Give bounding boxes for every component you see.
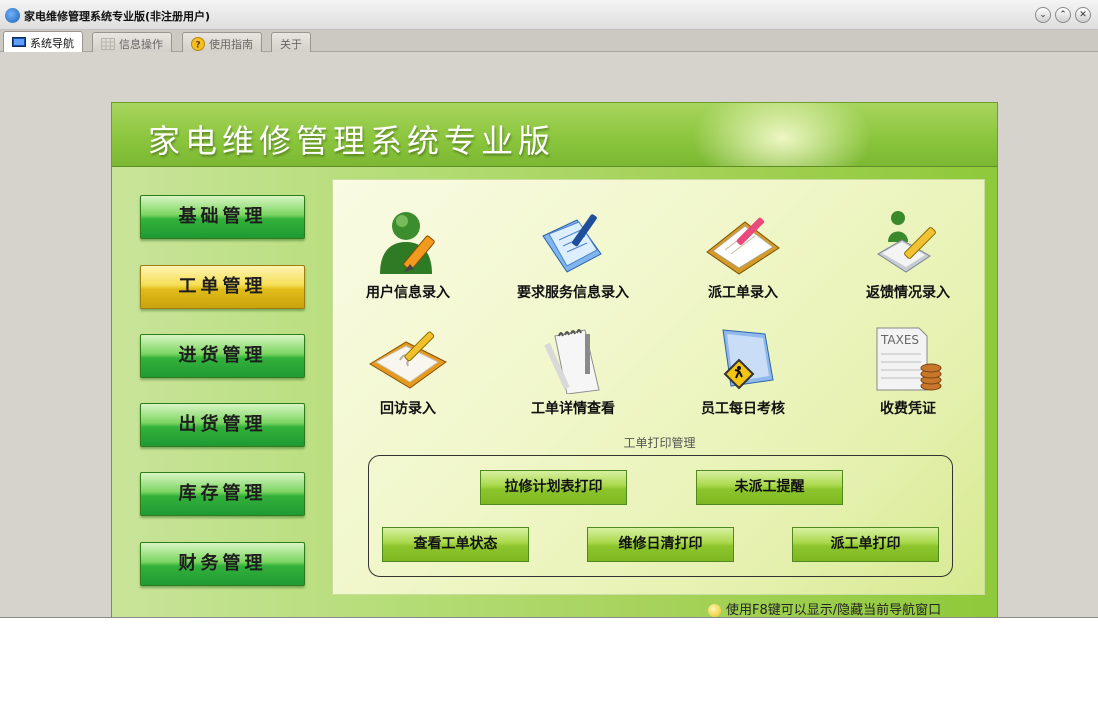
lightbulb-icon (708, 604, 721, 617)
clipboard-pen-icon (706, 217, 780, 275)
nav-work-order-management[interactable]: 工单管理 (140, 265, 305, 309)
tab-label: 信息操作 (119, 38, 163, 51)
panel-header: 家电维修管理系统专业版 (112, 103, 997, 167)
func-label: 员工每日考核 (701, 401, 785, 417)
title-bar: 家电维修管理系统专业版(非注册用户) ⌄ ⌃ ✕ (0, 0, 1098, 30)
func-service-request-entry[interactable]: 要求服务信息录入 (498, 206, 648, 302)
tab-label: 系统导航 (30, 37, 74, 50)
print-section-group: 拉修计划表打印 未派工提醒 查看工单状态 维修日清打印 派工单打印 (368, 455, 953, 577)
nav-inventory-management[interactable]: 库存管理 (140, 472, 305, 516)
func-label: 用户信息录入 (366, 285, 450, 301)
header-glow (692, 103, 872, 166)
maximize-button[interactable]: ⌃ (1055, 7, 1071, 23)
nav-finance-management[interactable]: 财务管理 (140, 542, 305, 586)
person-pencil-icon (877, 211, 936, 273)
help-icon: ? (191, 36, 205, 54)
hint-bar: 使用F8键可以显示/隐藏当前导航窗口 (708, 599, 942, 618)
func-label: 工单详情查看 (531, 401, 615, 417)
navigation-panel: 家电维修管理系统专业版 基础管理 工单管理 进货管理 出货管理 库存管理 财务管… (111, 102, 998, 618)
func-label: 要求服务信息录入 (517, 285, 629, 301)
svg-text:?: ? (195, 40, 200, 50)
tab-bar: 系统导航 信息操作 ? 使用指南 关于 (0, 30, 1098, 52)
print-section-caption: 工单打印管理 (623, 436, 696, 450)
tab-label: 使用指南 (209, 38, 253, 51)
func-feedback-entry[interactable]: 返馈情况录入 (833, 206, 983, 302)
taxes-text: TAXES (880, 333, 919, 347)
func-user-info-entry[interactable]: 用户信息录入 (333, 206, 483, 302)
nav-basic-management[interactable]: 基础管理 (140, 195, 305, 239)
func-label: 回访录入 (380, 401, 436, 417)
tab-label: 关于 (280, 38, 302, 51)
minimize-button[interactable]: ⌄ (1035, 7, 1051, 23)
page-title: 家电维修管理系统专业版 (148, 122, 556, 160)
function-area: 用户信息录入 要求服务信息录入 派工单录入 返馈情况录入 回访录入 工单详情查看… (332, 179, 985, 595)
folder-sign-icon (722, 329, 774, 390)
func-dispatch-order-entry[interactable]: 派工单录入 (668, 206, 818, 302)
monitor-icon (12, 37, 26, 51)
func-fee-voucher[interactable]: TAXES 收费凭证 (833, 324, 983, 418)
func-label: 返馈情况录入 (866, 285, 950, 301)
nav-shipment-management[interactable]: 出货管理 (140, 403, 305, 447)
notepad-icon (544, 329, 600, 394)
tab-info-operation[interactable]: 信息操作 (92, 32, 172, 52)
hint-text: 使用F8键可以显示/隐藏当前导航窗口 (726, 603, 942, 618)
print-dispatch-order-button[interactable]: 派工单打印 (792, 527, 939, 562)
unassigned-reminder-button[interactable]: 未派工提醒 (696, 470, 843, 505)
func-work-order-details[interactable]: 工单详情查看 (498, 324, 648, 418)
app-window: 家电维修管理系统专业版(非注册用户) ⌄ ⌃ ✕ 系统导航 信息操作 ? 使用指… (0, 0, 1098, 618)
taxes-icon: TAXES (876, 327, 942, 391)
view-work-order-status-button[interactable]: 查看工单状态 (382, 527, 529, 562)
window-title: 家电维修管理系统专业版(非注册用户) (24, 10, 211, 23)
close-button[interactable]: ✕ (1075, 7, 1091, 23)
func-employee-daily-assessment[interactable]: 员工每日考核 (668, 324, 818, 418)
notebook-pen-icon (369, 331, 447, 389)
tab-user-guide[interactable]: ? 使用指南 (182, 32, 262, 52)
tab-about[interactable]: 关于 (271, 32, 311, 52)
document-pen-icon (542, 214, 602, 273)
func-return-visit-entry[interactable]: 回访录入 (333, 324, 483, 418)
func-label: 收费凭证 (880, 401, 936, 417)
user-edit-icon (380, 212, 435, 274)
app-logo-icon (5, 8, 20, 23)
func-label: 派工单录入 (708, 285, 778, 301)
grid-icon (101, 37, 115, 53)
nav-purchase-management[interactable]: 进货管理 (140, 334, 305, 378)
print-repair-plan-button[interactable]: 拉修计划表打印 (480, 470, 627, 505)
print-daily-repair-button[interactable]: 维修日清打印 (587, 527, 734, 562)
tab-system-navigation[interactable]: 系统导航 (3, 31, 83, 52)
